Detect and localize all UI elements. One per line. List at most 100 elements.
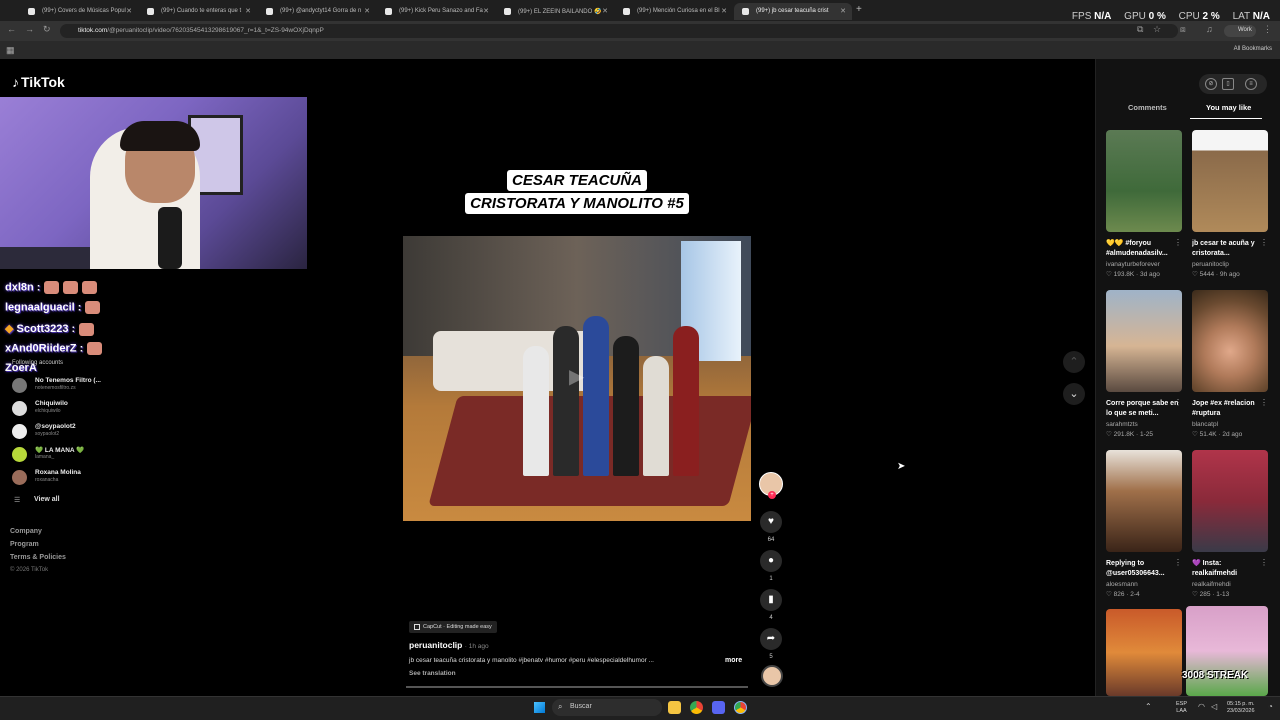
recommended-video-card[interactable]: [1106, 609, 1182, 696]
windows-start-icon[interactable]: [534, 702, 545, 713]
reload-icon[interactable]: ↻: [43, 24, 51, 35]
taskbar-clock[interactable]: 05:15 p. m. 23/03/2026: [1227, 701, 1255, 715]
card-user[interactable]: realkaifmehdi: [1192, 581, 1268, 588]
next-video-button[interactable]: ⌄: [1063, 383, 1085, 405]
sound-disc[interactable]: [761, 665, 783, 687]
following-account[interactable]: @soypaolot2 soypaolot2: [12, 423, 212, 443]
notification-bell-icon[interactable]: ◔: [1268, 702, 1273, 711]
play-icon[interactable]: ▶: [569, 364, 584, 389]
close-tab-icon[interactable]: ✕: [840, 7, 846, 15]
more-options-icon[interactable]: ⋮: [1260, 398, 1268, 407]
chrome-active-icon[interactable]: [734, 701, 747, 714]
discord-icon[interactable]: [712, 701, 725, 714]
more-link[interactable]: more: [725, 657, 742, 664]
video-thumbnail[interactable]: [1192, 450, 1268, 552]
settings-icon[interactable]: ≡: [1245, 78, 1257, 90]
browser-tab[interactable]: (99+) Covers de Músicas Popul ✕: [20, 3, 138, 20]
bookmark-icon[interactable]: ▮: [760, 589, 782, 611]
browser-tab[interactable]: (99+) @andyctyt14 Gorra de n ✕: [258, 3, 376, 20]
more-options-icon[interactable]: ⋮: [1260, 558, 1268, 567]
share-icon[interactable]: ➦: [760, 628, 782, 650]
browser-tab[interactable]: (99+) Cuando te enteras que t ✕: [139, 3, 257, 20]
card-user[interactable]: blancatpl: [1192, 421, 1268, 428]
media-icon[interactable]: ♫: [1206, 24, 1213, 34]
tray-chevron-up-icon[interactable]: ⌃: [1145, 702, 1152, 711]
heart-icon[interactable]: ♥: [760, 511, 782, 533]
file-explorer-icon[interactable]: [668, 701, 681, 714]
browser-tab[interactable]: (99+) Mención Curiosa en el Bl ✕: [615, 3, 733, 20]
close-tab-icon[interactable]: ✕: [126, 7, 132, 15]
input-language[interactable]: ESP LAA: [1176, 701, 1187, 715]
close-tab-icon[interactable]: ✕: [602, 7, 608, 15]
address-bar[interactable]: tiktok.com/@peruanitoclip/video/76203545…: [60, 24, 1178, 38]
browser-tab-active[interactable]: (99+) jb cesar teacuña crist ✕: [734, 3, 852, 20]
video-thumbnail[interactable]: [1186, 606, 1268, 696]
apps-grid-icon[interactable]: ▦: [6, 45, 15, 56]
following-account[interactable]: Chiquiwilo elchiquiwilo: [12, 400, 212, 420]
browser-tab[interactable]: (99+) EL ZEEIN BAILANDO 🤣 ✕: [496, 3, 614, 20]
video-thumbnail[interactable]: [1106, 290, 1182, 392]
recommended-video-card[interactable]: 💜 Insta: realkaifmehdi realkaifmehdi ♡ 2…: [1192, 450, 1268, 598]
share-action[interactable]: ➦ 5: [760, 628, 782, 660]
cast-icon[interactable]: ⧉: [1137, 24, 1143, 35]
following-account[interactable]: No Tenemos Filtro (... notenemosfiltro.zs: [12, 377, 212, 397]
profile-button[interactable]: Work: [1224, 25, 1256, 37]
video-thumbnail[interactable]: [1192, 290, 1268, 392]
more-options-icon[interactable]: ⋮: [1174, 558, 1182, 567]
footer-company[interactable]: Company: [10, 528, 42, 535]
menu-icon[interactable]: ⋮: [1263, 24, 1272, 35]
chrome-icon[interactable]: [690, 701, 703, 714]
close-tab-icon[interactable]: ✕: [245, 7, 251, 15]
comment-action[interactable]: ● 1: [760, 550, 782, 582]
wifi-icon[interactable]: ◠: [1198, 702, 1205, 711]
video-thumbnail[interactable]: [1106, 609, 1182, 696]
more-options-icon[interactable]: ⋮: [1174, 398, 1182, 407]
follow-plus-icon[interactable]: +: [768, 491, 776, 499]
tab-comments[interactable]: Comments: [1128, 103, 1167, 112]
recommended-video-card[interactable]: Replying to @user05306643... aloesmann ♡…: [1106, 450, 1182, 598]
previous-video-button[interactable]: ⌃: [1063, 351, 1085, 373]
more-options-icon[interactable]: ⋮: [1174, 238, 1182, 247]
close-tab-icon[interactable]: ✕: [483, 7, 489, 15]
video-thumbnail[interactable]: [1106, 450, 1182, 552]
close-tab-icon[interactable]: ✕: [721, 7, 727, 15]
capcut-badge[interactable]: CapCut · Editing made easy: [409, 621, 497, 633]
volume-icon[interactable]: ◁: [1211, 702, 1217, 711]
tab-you-may-like[interactable]: You may like: [1206, 103, 1251, 112]
see-translation-link[interactable]: See translation: [409, 670, 456, 677]
card-user[interactable]: ivanayturbeforever: [1106, 261, 1182, 268]
video-thumbnail[interactable]: [1192, 130, 1268, 232]
footer-program[interactable]: Program: [10, 541, 39, 548]
pip-icon[interactable]: ⊘: [1205, 78, 1217, 90]
recommended-video-card[interactable]: 💛💛 #foryou #almudenadasilv... ivanayturb…: [1106, 130, 1182, 278]
video-thumbnail[interactable]: [1106, 130, 1182, 232]
recommended-video-card[interactable]: [1186, 606, 1268, 696]
creator-avatar[interactable]: +: [759, 472, 783, 499]
more-options-icon[interactable]: ⋮: [1260, 238, 1268, 247]
bookmark-star-icon[interactable]: ☆: [1153, 24, 1161, 35]
recommended-video-card[interactable]: Jope #ex #relacion #ruptura blancatpl ♡ …: [1192, 290, 1268, 438]
new-tab-button[interactable]: +: [856, 4, 862, 15]
save-action[interactable]: ▮ 4: [760, 589, 782, 621]
recommended-video-card[interactable]: jb cesar te acuña y cristorata... peruan…: [1192, 130, 1268, 278]
card-user[interactable]: peruanitoclip: [1192, 261, 1268, 268]
card-user[interactable]: sarahmtzts: [1106, 421, 1182, 428]
video-player[interactable]: ▶: [403, 236, 751, 521]
footer-terms[interactable]: Terms & Policies: [10, 554, 66, 561]
recommended-video-card[interactable]: Corre porque sabe en lo que se meti... s…: [1106, 290, 1182, 438]
tiktok-logo[interactable]: ♪ TikTok: [12, 74, 65, 90]
comment-icon[interactable]: ●: [760, 550, 782, 572]
like-action[interactable]: ♥ 64: [760, 511, 782, 543]
view-all-link[interactable]: View all: [34, 496, 60, 503]
video-author[interactable]: peruanitoclip · 1h ago: [409, 640, 489, 650]
taskbar-search[interactable]: ⌕ Buscar: [552, 699, 662, 716]
close-tab-icon[interactable]: ✕: [364, 7, 370, 15]
extensions-icon[interactable]: ⧈: [1180, 24, 1186, 35]
device-icon[interactable]: ▯: [1222, 78, 1234, 90]
forward-icon[interactable]: →: [25, 24, 34, 34]
all-bookmarks[interactable]: All Bookmarks: [1234, 46, 1272, 52]
video-progress-bar[interactable]: [406, 686, 748, 688]
browser-tab[interactable]: (99+) Kick Peru Sanazo and Fa ✕: [377, 3, 495, 20]
card-user[interactable]: aloesmann: [1106, 581, 1182, 588]
following-account[interactable]: 💚 LA MANA 💚 lamana_: [12, 446, 212, 466]
